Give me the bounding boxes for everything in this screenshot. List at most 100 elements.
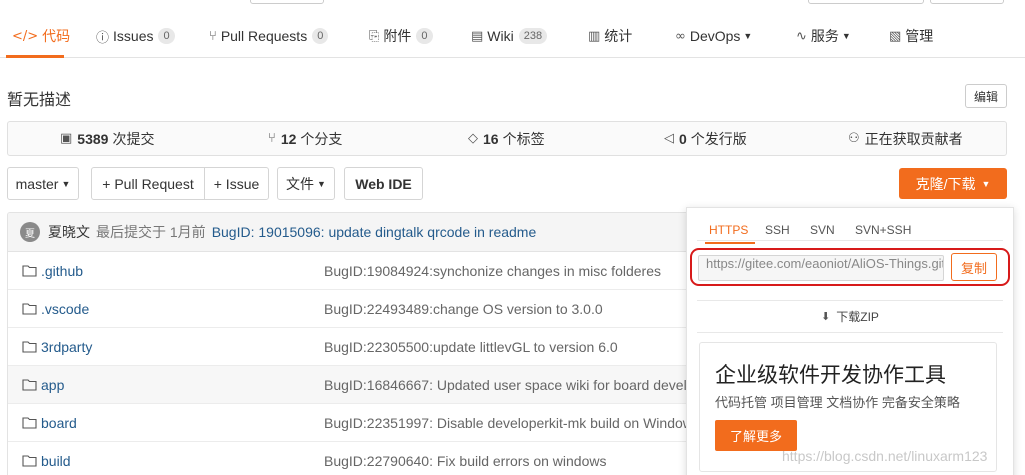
active-tab-indicator [6,55,64,58]
header-fragment [250,0,324,4]
file-commit-message[interactable]: BugID:16846667: Updated user space wiki … [324,377,694,393]
branches-stat[interactable]: ⑂ 12 个分支 [268,122,342,155]
commits-label: 次提交 [112,130,155,147]
file-commit-message[interactable]: BugID:22305500:update littlevGL to versi… [324,339,618,355]
folder-icon [22,455,37,467]
file-name-link[interactable]: 3rdparty [22,339,92,355]
info-icon: ⓘ [96,30,110,46]
commit-message[interactable]: BugID: 19015096: update dingtalk qrcode … [212,224,537,240]
caret-down-icon: ▼ [743,31,753,41]
tab-label: Issues [113,28,154,44]
top-strip [0,0,1025,6]
settings-doc-icon: ▧ [889,28,902,44]
file-commit-message[interactable]: BugID:22351997: Disable developerkit-mk … [324,415,693,431]
tab-manage[interactable]: ▧ 管理 [889,22,933,50]
paperclip-icon: ⎘ [369,28,380,44]
copy-url-button[interactable]: 复制 [951,253,997,281]
download-icon: ⬇ [821,309,831,323]
folder-icon [22,265,37,277]
divider [697,332,1003,333]
folder-icon [22,341,37,353]
file-commit-message[interactable]: BugID:19084924:synchonize changes in mis… [324,263,661,279]
releases-count: 0 [679,130,687,147]
bar-chart-icon: ▥ [588,28,601,44]
avatar[interactable]: 夏 [20,222,40,242]
repo-stats-bar: ▣ 5389 次提交 ⑂ 12 个分支 ◇ 16 个标签 ◁ 0 个发行版 ⚇ … [7,121,1007,156]
header-fragment [808,0,924,4]
tab-label: 统计 [604,28,633,44]
tab-code[interactable]: </> 代码 [12,22,70,50]
releases-stat[interactable]: ◁ 0 个发行版 [664,122,747,155]
file-commit-message[interactable]: BugID:22790640: Fix build errors on wind… [324,453,607,469]
branches-label: 个分支 [300,130,343,147]
file-name: app [41,376,65,393]
repo-description: 暂无描述 [7,92,72,109]
infinity-icon: ∞ [675,28,686,44]
commit-icon: ▣ [60,131,73,146]
watermark: https://blog.csdn.net/linuxarm123 [782,448,988,464]
caret-down-icon: ▼ [317,178,326,189]
clone-url-field[interactable]: https://gitee.com/eaoniot/AliOS-Things.g… [698,255,944,281]
branch-select[interactable]: master ▼ [7,167,79,200]
active-protocol-indicator [705,242,755,244]
folder-icon [22,379,37,391]
learn-more-button[interactable]: 了解更多 [715,420,797,451]
count-badge: 0 [416,28,433,44]
file-name: .vscode [41,300,90,317]
new-issue-button[interactable]: + Issue [204,168,268,199]
tab-issues[interactable]: ⓘ Issues 0 [96,22,175,50]
file-name: .github [41,262,84,279]
caret-down-icon: ▼ [61,178,71,189]
promo-subtitle: 代码托管 项目管理 文档协作 完备安全策略 [715,395,960,410]
edit-description-button[interactable]: 编辑 [965,84,1007,108]
tab-label: 附件 [383,28,412,44]
contributors-label: 正在获取贡献者 [864,130,963,147]
count-badge: 238 [518,28,548,44]
code-icon: </> [12,28,39,44]
contributors-stat[interactable]: ⚇ 正在获取贡献者 [848,122,963,155]
pull-request-icon: ⑂ [209,28,217,44]
tab-label: Wiki [487,28,514,44]
tab-services[interactable]: ∿ 服务 ▼ [796,22,851,50]
file-name-link[interactable]: .github [22,263,83,279]
tab-attachments[interactable]: ⎘ 附件 0 [369,22,433,50]
download-zip-link[interactable]: ⬇ 下载ZIP [697,306,1003,326]
new-pull-request-button[interactable]: + Pull Request [92,168,204,199]
clone-download-button[interactable]: 克隆/下载 ▼ [899,168,1007,199]
file-name-link[interactable]: .vscode [22,301,89,317]
tags-count: 16 [483,130,499,147]
tab-devops[interactable]: ∞ DevOps ▼ [675,22,752,50]
tab-pull-requests[interactable]: ⑂ Pull Requests 0 [209,22,329,50]
commits-count: 5389 [77,130,109,147]
header-fragment [930,0,1004,4]
file-commit-message[interactable]: BugID:22493489:change OS version to 3.0.… [324,301,603,317]
count-badge: 0 [312,28,329,44]
file-name-link[interactable]: app [22,377,64,393]
download-zip-label: 下载ZIP [836,309,879,324]
file-name-link[interactable]: build [22,453,71,469]
commit-meta: 最后提交于 1月前 [96,224,206,240]
repo-tab-bar: </> 代码 ⓘ Issues 0 ⑂ Pull Requests 0 ⎘ 附件… [0,14,1025,58]
new-item-button-group: + Pull Request + Issue [91,167,269,200]
file-name: build [41,452,71,469]
divider [697,240,1003,241]
file-menu-button[interactable]: 文件 ▼ [277,167,335,200]
commits-stat[interactable]: ▣ 5389 次提交 [60,122,154,155]
count-badge: 0 [158,28,175,44]
tab-statistics[interactable]: ▥ 统计 [588,22,632,50]
branch-icon: ⑂ [268,131,276,146]
file-name: board [41,414,77,431]
clone-dropdown-panel: HTTPS SSH SVN SVN+SSH https://gitee.com/… [686,207,1014,475]
tab-label: 代码 [42,28,71,44]
divider [697,300,1003,301]
web-ide-button[interactable]: Web IDE [344,167,423,200]
tab-label: Pull Requests [220,28,308,44]
promo-title: 企业级软件开发协作工具 [715,364,946,387]
commit-author[interactable]: 夏晓文 [48,222,90,242]
tab-wiki[interactable]: ▤ Wiki 238 [471,22,548,50]
folder-icon [22,303,37,315]
file-name-link[interactable]: board [22,415,77,431]
tags-stat[interactable]: ◇ 16 个标签 [468,122,545,155]
folder-icon [22,417,37,429]
pulse-icon: ∿ [796,28,807,44]
